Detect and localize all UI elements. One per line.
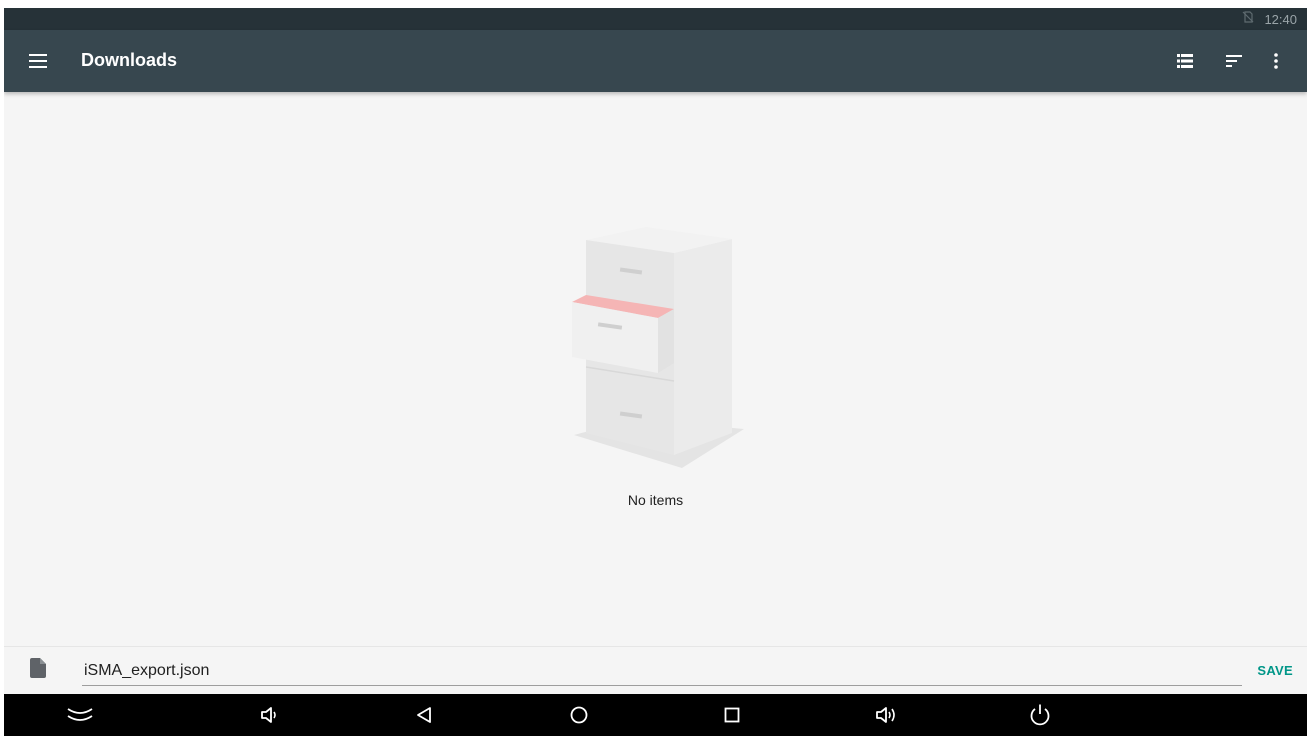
file-icon bbox=[30, 658, 46, 678]
recents-icon bbox=[724, 707, 740, 723]
volume-down-button[interactable] bbox=[255, 702, 283, 728]
toolbar: Downloads bbox=[4, 30, 1307, 92]
no-sim-icon bbox=[1242, 10, 1254, 28]
more-options-button[interactable] bbox=[1260, 45, 1292, 77]
view-toggle-button[interactable] bbox=[1169, 45, 1201, 77]
menu-icon bbox=[29, 54, 47, 68]
save-button[interactable]: SAVE bbox=[1257, 663, 1293, 678]
menu-button[interactable] bbox=[22, 45, 54, 77]
home-icon bbox=[570, 706, 588, 724]
back-button[interactable] bbox=[410, 702, 438, 728]
home-button[interactable] bbox=[565, 702, 593, 728]
power-icon bbox=[1030, 704, 1050, 726]
status-time: 12:40 bbox=[1264, 11, 1297, 27]
app-window: 12:40 Downloads No items iSMA_export.jso… bbox=[4, 8, 1307, 736]
empty-state-message: No items bbox=[627, 492, 684, 508]
filename-input[interactable] bbox=[82, 656, 1242, 686]
recents-button[interactable] bbox=[718, 702, 746, 728]
sort-icon bbox=[1226, 55, 1242, 67]
file-cabinet-illustration bbox=[572, 227, 744, 468]
more-vert-icon bbox=[1274, 53, 1278, 69]
status-bar: 12:40 bbox=[4, 8, 1307, 30]
status-indicators: 12:40 bbox=[1242, 8, 1297, 30]
hide-bar-button[interactable] bbox=[66, 702, 94, 728]
navigation-bar bbox=[4, 694, 1307, 736]
power-button[interactable] bbox=[1026, 702, 1054, 728]
page-title: Downloads bbox=[81, 50, 178, 70]
volume-up-icon bbox=[876, 707, 895, 723]
volume-down-icon bbox=[261, 707, 276, 723]
hide-bar-icon bbox=[67, 708, 93, 721]
back-icon bbox=[417, 707, 431, 723]
volume-up-button[interactable] bbox=[872, 702, 900, 728]
list-view-icon bbox=[1177, 54, 1193, 68]
save-bar: SAVE bbox=[4, 646, 1307, 694]
sort-button[interactable] bbox=[1218, 45, 1250, 77]
